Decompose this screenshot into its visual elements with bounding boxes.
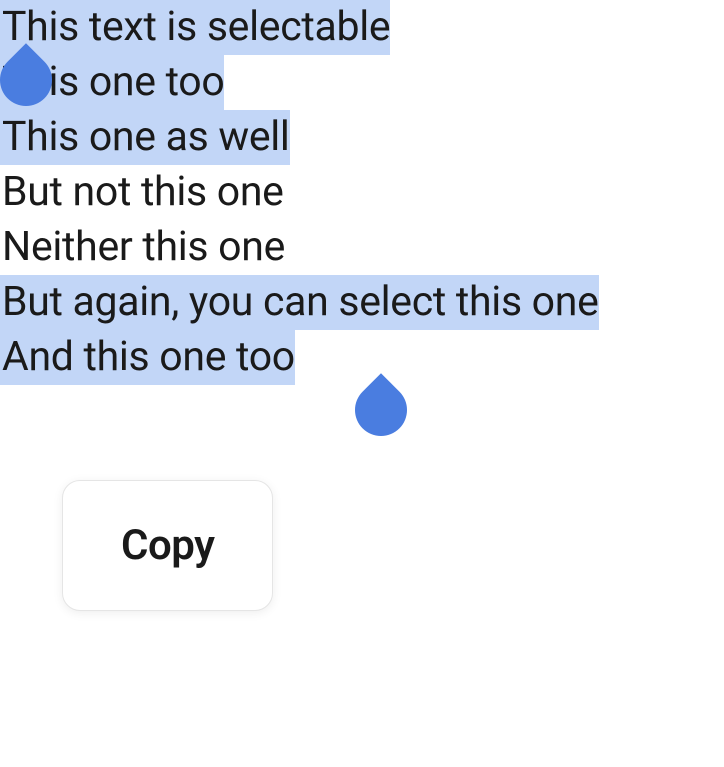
text-line-4[interactable]: But not this one	[0, 168, 284, 216]
text-line-7[interactable]: And this one too	[0, 330, 295, 385]
text-line-5[interactable]: Neither this one	[0, 223, 285, 271]
context-menu: Copy	[62, 480, 273, 611]
text-line-3[interactable]: This one as well	[0, 110, 290, 165]
text-line-1[interactable]: This text is selectable	[0, 0, 390, 55]
copy-button[interactable]: Copy	[121, 521, 214, 570]
text-block: This text is selectable This one too Thi…	[0, 0, 724, 385]
text-line-6[interactable]: But again, you can select this one	[0, 275, 599, 330]
